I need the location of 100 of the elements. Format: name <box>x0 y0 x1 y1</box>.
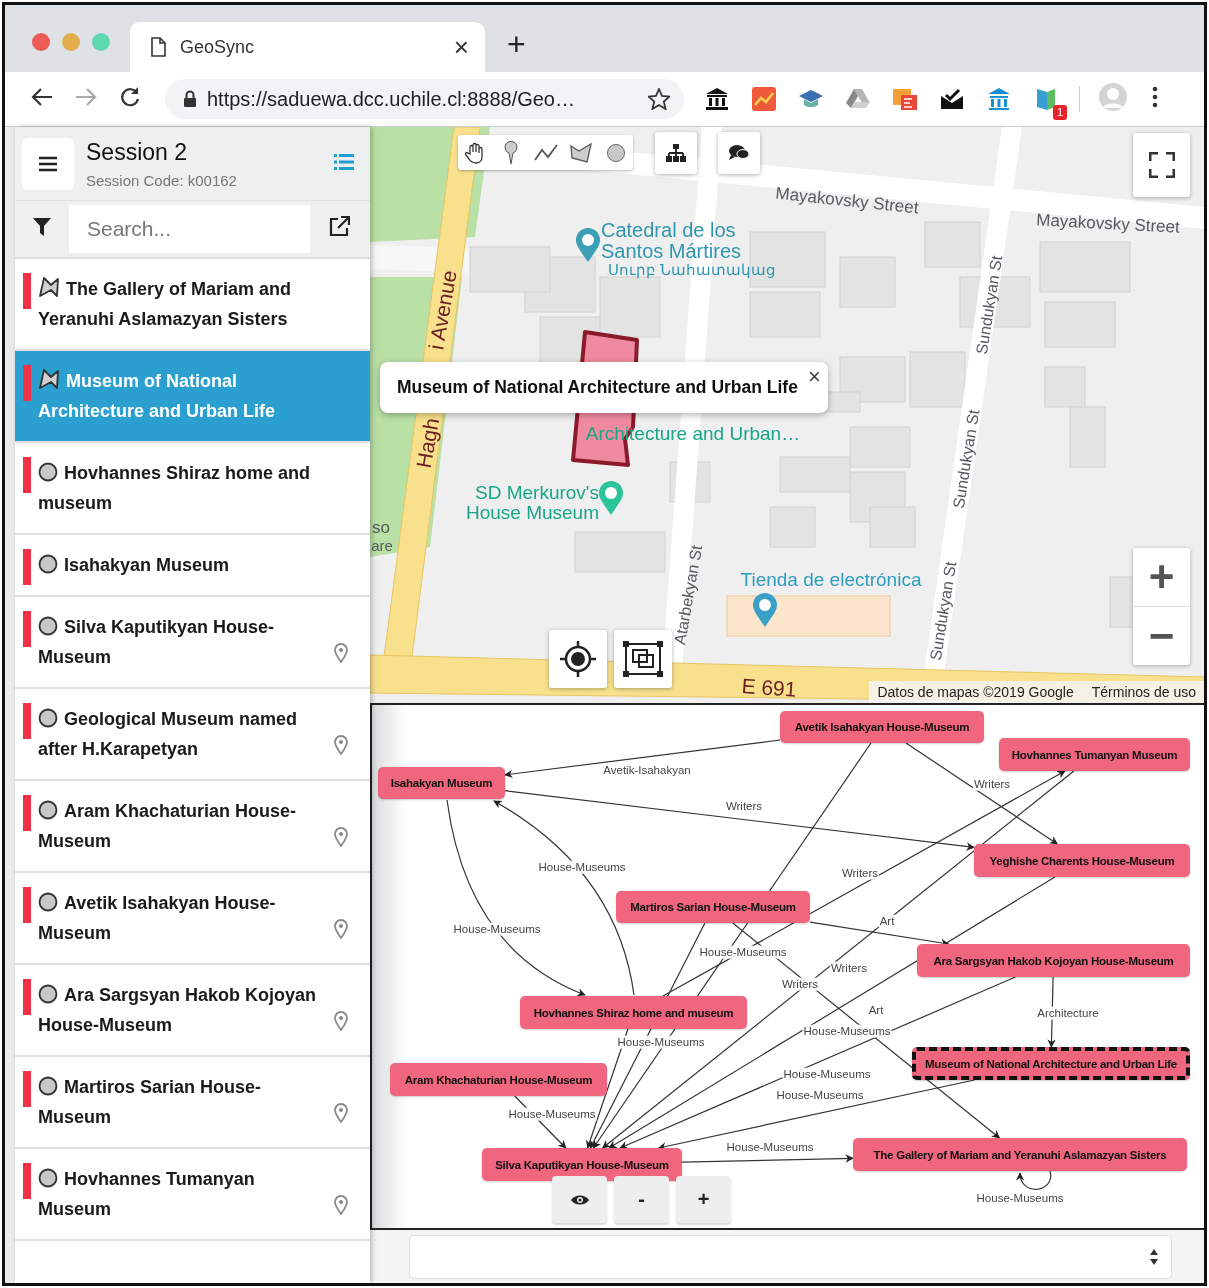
visibility-button[interactable] <box>552 1176 607 1223</box>
external-link-icon[interactable] <box>328 216 350 238</box>
category-marker <box>23 457 31 493</box>
zoom-in-button[interactable]: + <box>676 1176 731 1223</box>
graph-node[interactable]: Martiros Sarian House-Museum <box>616 891 810 923</box>
category-marker <box>23 795 31 831</box>
edge-label: House-Museums <box>782 1067 872 1081</box>
browser-tab[interactable]: GeoSync × <box>130 22 485 72</box>
more-options-icon[interactable] <box>1152 86 1158 108</box>
category-marker <box>23 703 31 739</box>
circle-icon <box>38 708 58 728</box>
building-footprint <box>839 256 896 308</box>
place-list-item[interactable]: Martiros Sarian House-Museum <box>15 1057 370 1149</box>
list-icon[interactable] <box>334 153 354 170</box>
graph-node[interactable]: Aram Khachaturian House-Museum <box>390 1063 607 1096</box>
close-window-button[interactable] <box>32 33 50 51</box>
zoom-in-button[interactable]: + <box>1133 548 1190 606</box>
building-footprint <box>924 221 981 268</box>
place-pin-icon <box>752 592 778 628</box>
graph-node[interactable]: Isahakyan Museum <box>378 767 505 799</box>
category-marker <box>23 365 31 401</box>
graph-node[interactable]: Hovhannes Tumanyan Museum <box>999 738 1190 771</box>
fullscreen-button[interactable] <box>1133 133 1190 197</box>
filter-icon[interactable] <box>33 218 51 236</box>
edge-label: House-Museums <box>775 1088 865 1102</box>
fit-bounds-button[interactable] <box>614 630 672 688</box>
circle-icon <box>38 984 58 1004</box>
map-attribution: Datos de mapas ©2019 Google <box>877 684 1074 700</box>
chat-bubbles-icon <box>728 144 750 162</box>
circle-icon <box>38 892 58 912</box>
edge-label: Art <box>878 914 896 928</box>
place-list-item[interactable]: Hovhannes Tumanyan Museum <box>15 1149 370 1241</box>
menu-button[interactable] <box>22 137 74 190</box>
hierarchy-button[interactable] <box>655 132 697 174</box>
map-label: are <box>371 538 393 554</box>
new-tab-button[interactable]: + <box>507 28 526 60</box>
locate-button[interactable] <box>549 630 607 688</box>
place-list-item[interactable]: Isahakyan Museum <box>15 535 370 597</box>
building-footprint <box>1044 301 1116 348</box>
mail-check-icon[interactable] <box>939 86 965 112</box>
chart-icon[interactable] <box>751 86 777 112</box>
place-list-item[interactable]: Hovhannes Shiraz home and museum <box>15 443 370 535</box>
address-bar[interactable]: https://saduewa.dcc.uchile.cl:8888/Geo… <box>165 79 684 119</box>
graph-node[interactable]: Silva Kaputikyan House-Museum <box>482 1148 682 1181</box>
place-list-item[interactable]: Geological Museum named after H.Karapetyan <box>15 689 370 781</box>
map-label: Catedral de los Santos Mártires <box>601 220 743 262</box>
circle-icon <box>38 616 58 636</box>
search-field[interactable]: Search... <box>69 205 310 253</box>
map-label: Սուրբ Նահատակաց <box>607 262 777 278</box>
map-label: Mayakovsky Street <box>774 184 920 218</box>
translate-icon[interactable] <box>892 86 918 112</box>
graph-node[interactable]: Yeghishe Charents House-Museum <box>974 844 1190 877</box>
edge-label: Writers <box>724 799 764 813</box>
edge-label: Writers <box>972 777 1012 791</box>
building-footprint <box>849 426 911 468</box>
map-label: i Avenue <box>425 268 461 352</box>
bank-icon[interactable] <box>986 86 1012 112</box>
map-label: Sundukyan St <box>927 560 961 662</box>
graph-node[interactable]: Hovhannes Shiraz home and museum <box>520 996 747 1029</box>
graph-node[interactable]: Avetik Isahakyan House-Museum <box>780 711 984 743</box>
zoom-out-button[interactable]: - <box>614 1176 669 1223</box>
popup-title: Museum of National Architecture and Urban Life <box>397 377 798 398</box>
place-list-item[interactable]: Silva Kaputikyan House-Museum <box>15 597 370 689</box>
map-label: Sundukyan St <box>950 408 984 510</box>
category-marker <box>23 1071 31 1107</box>
circle-icon <box>38 1076 58 1096</box>
zoom-out-button[interactable]: − <box>1133 606 1190 665</box>
map-label: so <box>372 519 390 537</box>
document-icon <box>150 37 166 57</box>
close-popup-button[interactable]: × <box>808 364 821 390</box>
category-marker <box>23 611 31 647</box>
comments-button[interactable] <box>718 132 760 174</box>
edge-label: Writers <box>829 961 869 975</box>
edge-label: House-Museums <box>507 1107 597 1121</box>
map-label: Sundukyan St <box>973 254 1007 356</box>
place-list-item[interactable]: Aram Khachaturian House-Museum <box>15 781 370 873</box>
close-tab-button[interactable]: × <box>453 34 469 60</box>
edge-label: Architecture <box>1036 1006 1100 1020</box>
map-label: Mayakovsky Street <box>1035 211 1181 237</box>
reload-icon[interactable] <box>119 86 141 108</box>
graph-node[interactable]: The Gallery of Mariam and Yeranuhi Aslamazyan Sisters <box>853 1138 1187 1171</box>
back-arrow-icon[interactable] <box>31 87 53 107</box>
select-field[interactable] <box>409 1234 1172 1279</box>
category-marker <box>23 979 31 1015</box>
polyline-icon <box>533 143 558 162</box>
hierarchy-icon <box>666 144 686 162</box>
place-pin-icon <box>575 227 601 263</box>
category-marker <box>23 887 31 923</box>
menu-icon <box>39 155 57 172</box>
star-icon[interactable] <box>648 88 670 110</box>
museum-icon[interactable] <box>704 86 730 112</box>
place-list-item[interactable]: The Gallery of Mariam and Yeranuhi Aslamazyan Sisters <box>15 259 370 351</box>
graph-node[interactable]: Museum of National Architecture and Urban Life <box>912 1047 1190 1080</box>
place-list-item[interactable]: Avetik Isahakyan House-Museum <box>15 873 370 965</box>
terms-link[interactable]: Términos de uso <box>1091 684 1196 700</box>
lock-icon <box>183 90 197 108</box>
graph-node[interactable]: Ara Sargsyan Hakob Kojoyan House-Museum <box>917 944 1190 977</box>
edge-label: Art <box>867 1003 885 1017</box>
place-list-item[interactable]: Ara Sargsyan Hakob Kojoyan House-Museum <box>15 965 370 1057</box>
crosshair-icon <box>559 640 597 678</box>
